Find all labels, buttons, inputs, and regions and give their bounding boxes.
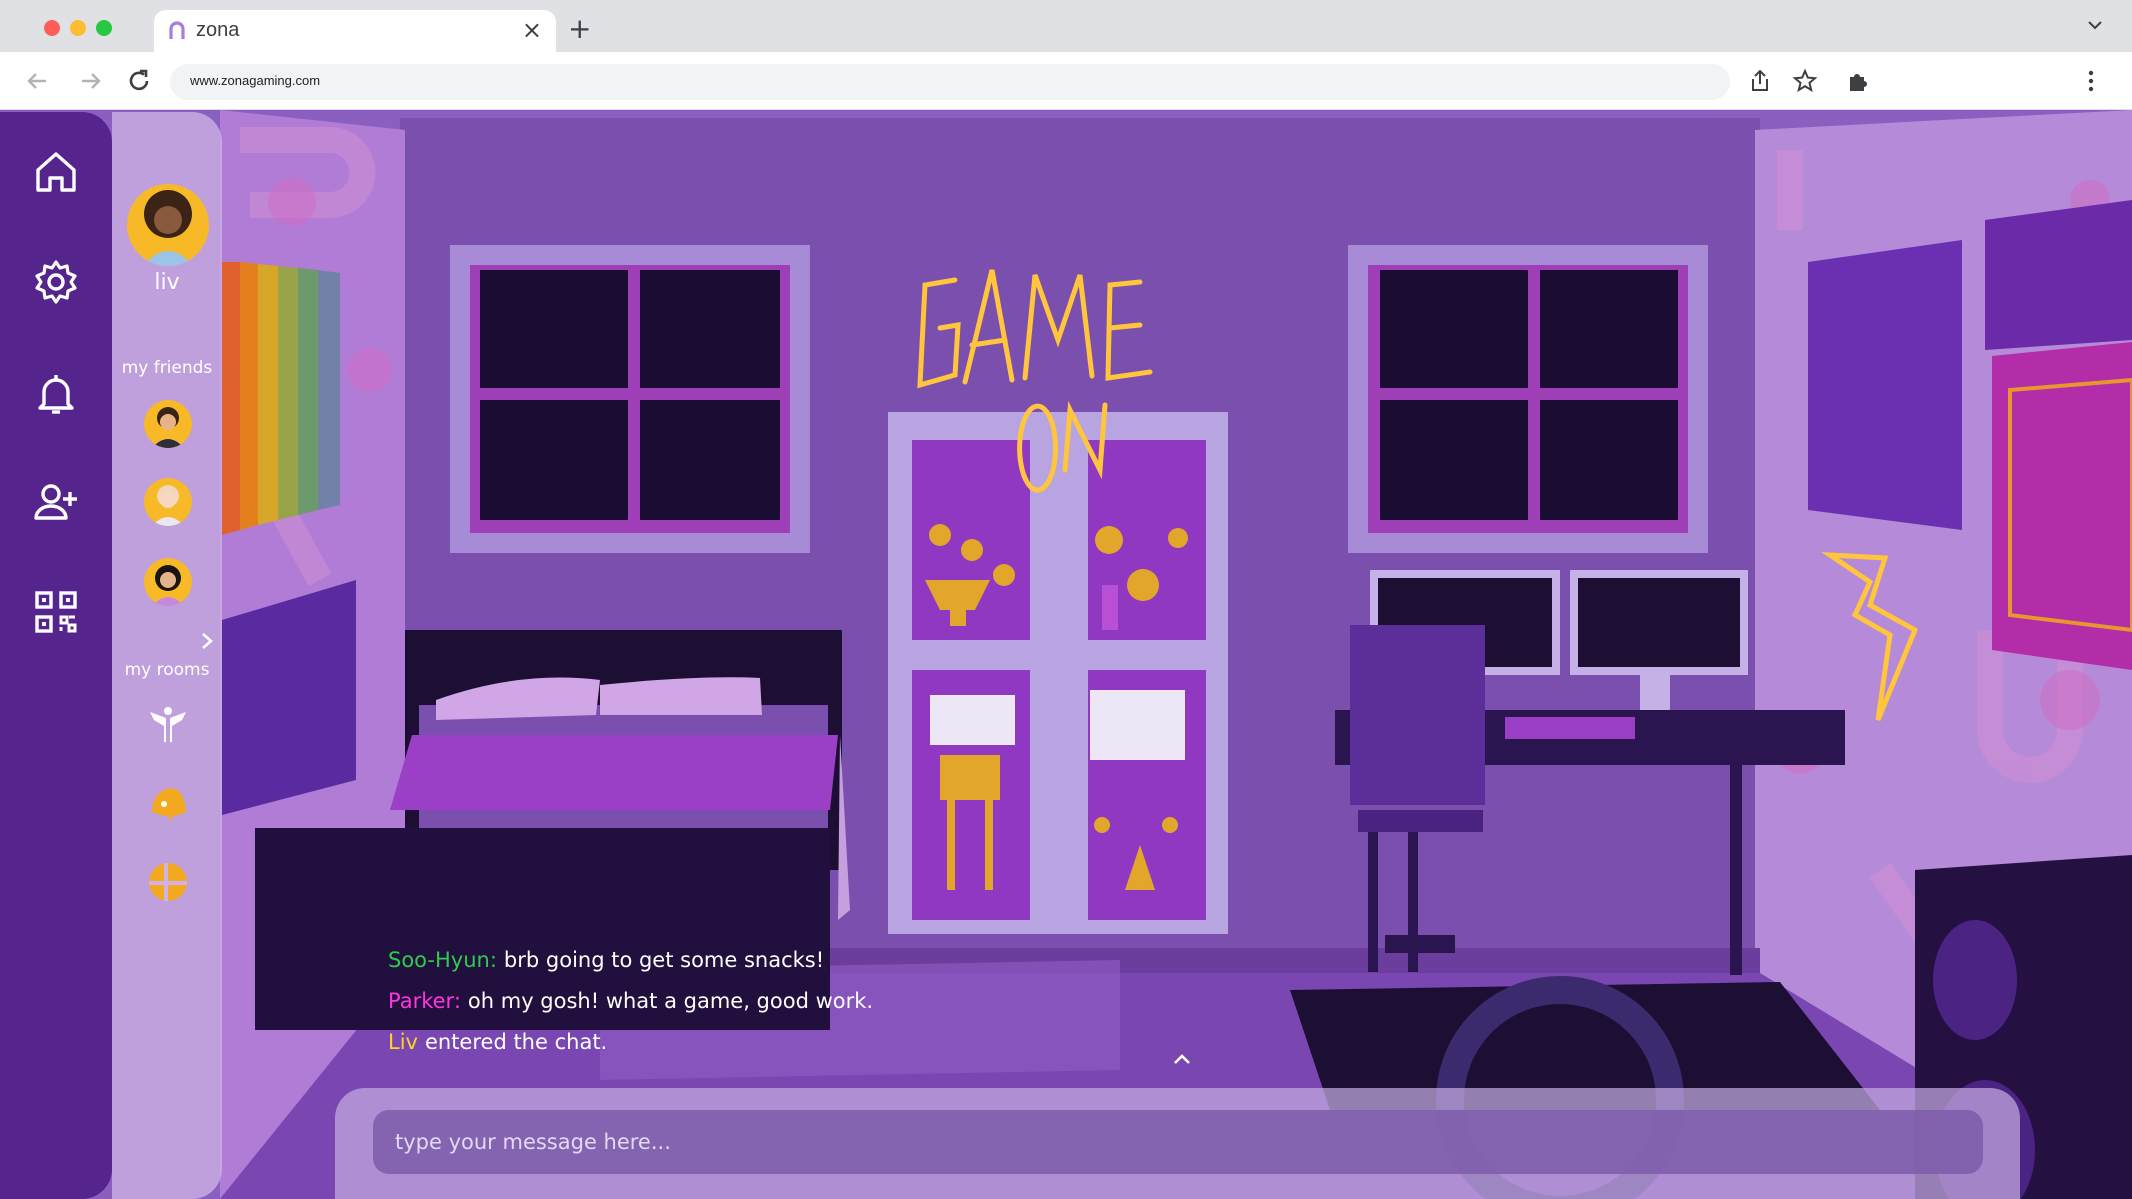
zona-app: liv my friends my rooms Soo-Hyun: brb go… [0,110,2132,1199]
bookmark-star-icon[interactable] [1792,68,1818,94]
chat-text: brb going to get some snacks! [503,948,825,972]
extensions-puzzle-icon[interactable] [1845,68,1871,94]
user-avatar[interactable] [127,184,209,266]
add-friend-icon[interactable] [32,478,80,526]
chat-author[interactable]: Liv [388,1030,418,1054]
reload-icon[interactable] [124,66,154,96]
friend-avatar-illustration [152,565,184,606]
chat-author[interactable]: Soo-Hyun: [388,948,497,972]
destiny-room-icon[interactable] [146,702,190,746]
my-rooms-label: my rooms [124,660,210,680]
chat-author[interactable]: Parker: [388,989,461,1013]
browser-tab-bar: zona × + [0,0,2132,52]
chat-composer [335,1088,2020,1199]
chat-log: Soo-Hyun: brb going to get some snacks! P… [388,940,873,1063]
my-friends-label: my friends [121,358,213,378]
friend-avatar[interactable] [144,478,192,526]
friend-avatar-illustration [152,485,184,526]
back-arrow-icon[interactable] [22,66,52,96]
chat-message: Parker: oh my gosh! what a game, good wor… [388,981,873,1022]
chat-text: entered the chat. [424,1030,608,1054]
friend-avatar-illustration [152,407,184,448]
gaming-room-scene [0,110,2132,1199]
forward-arrow-icon[interactable] [76,66,106,96]
zona-favicon-icon [169,21,185,39]
close-window-button[interactable] [44,20,60,36]
home-icon[interactable] [32,148,80,196]
friends-rooms-sidebar: liv my friends my rooms [112,112,222,1199]
maximize-window-button[interactable] [96,20,112,36]
tab-title: zona [196,19,240,41]
main-nav-rail [0,112,112,1199]
user-avatar-illustration [143,190,193,266]
browser-tab[interactable]: zona × [154,10,556,52]
friend-avatar[interactable] [144,558,192,606]
chat-message: Liv entered the chat. [388,1022,873,1063]
friend-avatar[interactable] [144,400,192,448]
smash-bros-room-icon[interactable] [146,860,190,904]
new-tab-button[interactable]: + [568,12,591,45]
url-field[interactable]: www.zonagaming.com [170,64,1730,100]
expand-friends-chevron-icon[interactable] [198,630,216,652]
chat-text: oh my gosh! what a game, good work. [467,989,874,1013]
close-tab-icon[interactable]: × [522,16,542,44]
notifications-bell-icon[interactable] [32,370,80,418]
share-icon[interactable] [1747,68,1773,94]
url-text: www.zonagaming.com [190,73,321,88]
qr-code-icon[interactable] [32,588,80,636]
minimize-window-button[interactable] [70,20,86,36]
browser-menu-icon[interactable] [2078,68,2104,94]
chat-message: Soo-Hyun: brb going to get some snacks! [388,940,873,981]
user-name: liv [154,270,180,295]
settings-gear-icon[interactable] [32,258,80,306]
address-bar-row: www.zonagaming.com [0,52,2132,110]
expand-chat-chevron-up-icon[interactable] [1170,1050,1194,1068]
message-input[interactable] [373,1110,1983,1174]
animal-crossing-room-icon[interactable] [146,782,190,826]
tab-search-chevron-icon[interactable] [2084,14,2106,36]
